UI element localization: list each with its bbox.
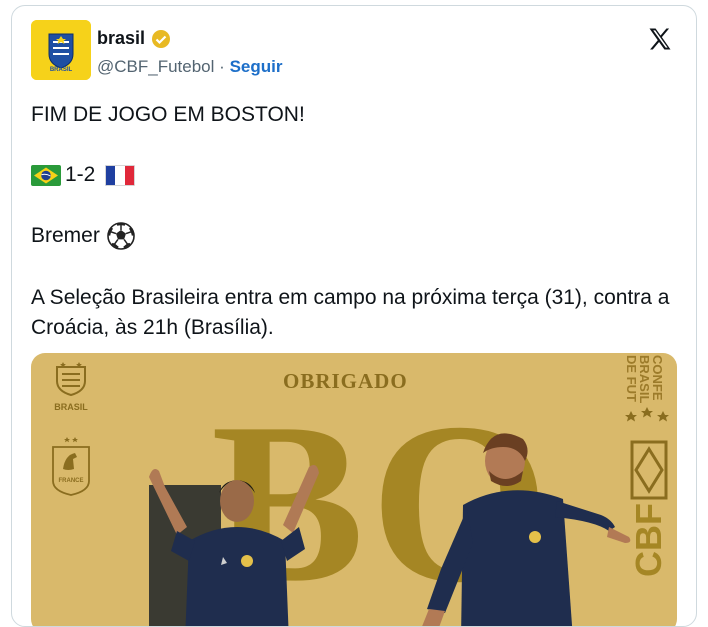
match-score: 1-2: [65, 163, 96, 186]
tweet-card[interactable]: BRASIL brasil @CBF_Futebol · Seguir FIM …: [11, 5, 697, 627]
media-cbf-text: CBF: [628, 503, 669, 577]
follow-button[interactable]: Seguir: [230, 57, 283, 76]
author-handle[interactable]: @CBF_Futebol: [97, 57, 214, 76]
verified-badge-icon: [152, 29, 171, 48]
author-name-row: brasil: [97, 28, 171, 49]
tweet-scorer-line: Bremer: [31, 221, 676, 251]
cbf-crest-icon: [56, 362, 86, 397]
scorer-name: Bremer: [31, 224, 100, 247]
stars-icon: [625, 407, 669, 422]
tweet-media-image[interactable]: BRASIL FRANCE OBRIGADO BO CONFE BRASIL D…: [31, 353, 677, 626]
soccer-ball-icon: [107, 222, 135, 250]
avatar-label: BRASIL: [49, 67, 73, 73]
france-crest-label: FRANCE: [58, 478, 84, 484]
author-handle-row: @CBF_Futebol · Seguir: [97, 57, 282, 77]
avatar[interactable]: BRASIL: [31, 20, 91, 80]
tweet-line-next-match: A Seleção Brasileira entra em campo na p…: [31, 286, 670, 339]
tweet-line-headline: FIM DE JOGO EM BOSTON!: [31, 103, 305, 126]
x-logo-icon[interactable]: [646, 25, 674, 53]
brasil-crest-label: BRASIL: [54, 402, 88, 412]
player-right-figure: [422, 433, 631, 626]
france-crest-icon: [52, 437, 90, 496]
cbf-emblem-icon: [630, 440, 668, 500]
player-left-figure: [149, 465, 319, 626]
author-name[interactable]: brasil: [97, 28, 145, 49]
separator-dot: ·: [219, 57, 225, 76]
france-flag-icon: [105, 164, 136, 186]
tweet-score-line: 1-2: [31, 160, 676, 190]
media-side-text: CONFE BRASIL DE FUT: [625, 355, 664, 404]
brazil-flag-icon: [31, 164, 61, 186]
